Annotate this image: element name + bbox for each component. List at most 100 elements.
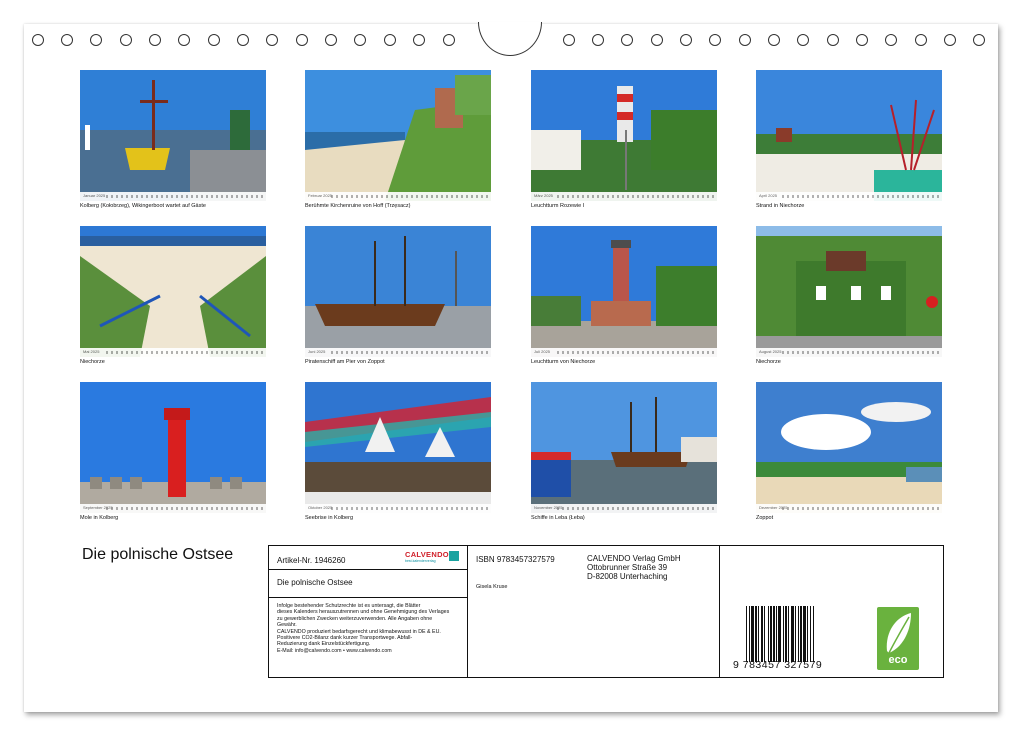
photo-caption: Leuchtturm von Niechorze	[531, 359, 596, 365]
binding-hole	[651, 34, 663, 46]
product-title: Die polnische Ostsee	[277, 578, 353, 587]
eco-badge: eco	[877, 607, 919, 670]
barcode-bar	[746, 606, 747, 662]
binding-hole	[296, 34, 308, 46]
divider	[269, 569, 467, 570]
calendar-strip: September 2025	[80, 504, 266, 513]
photo-caption: Mole in Kolberg	[80, 515, 119, 521]
calendar-strip: Februar 2025	[305, 192, 491, 201]
barcode-bar	[810, 606, 811, 662]
photo-caption: Piratenschiff am Pier von Zoppot	[305, 359, 385, 365]
binding-hole	[709, 34, 721, 46]
photo-february: Februar 2025	[305, 70, 491, 201]
product-info-box: Artikel-Nr. 1946260 CALVENDO best.kalend…	[268, 545, 944, 678]
legal-line: dieses Kalenders herauszutrennen und ohn…	[277, 609, 450, 616]
barcode-bar	[813, 606, 814, 662]
binding-hole	[973, 34, 985, 46]
article-number: Artikel-Nr. 1946260	[277, 556, 346, 565]
photo-caption: Berühmte Kirchenruine von Hoff (Trzęsacz…	[305, 203, 411, 209]
isbn: ISBN 9783457327579	[476, 555, 555, 564]
barcode-bar	[768, 606, 769, 662]
calendar-title: Die polnische Ostsee	[82, 546, 234, 563]
binding-hole	[680, 34, 692, 46]
photo-caption: Leuchtturm Rozewie I	[531, 203, 585, 209]
calendar-strip: Juni 2025	[305, 348, 491, 357]
barcode-bar	[770, 606, 772, 662]
binding-hole	[944, 34, 956, 46]
binding-hole	[266, 34, 278, 46]
binding-hole	[208, 34, 220, 46]
calvendo-logo: CALVENDO best.kalenderverlag	[405, 550, 459, 563]
photo-january: Januar 2025	[80, 70, 266, 201]
calendar-strip: März 2025	[531, 192, 717, 201]
binding-hole	[32, 34, 44, 46]
divider	[269, 597, 467, 598]
binding-hole	[237, 34, 249, 46]
photo-july: Juli 2025	[531, 226, 717, 357]
barcode-bar	[783, 606, 784, 662]
barcode-bar	[807, 606, 808, 662]
barcode-bar	[761, 606, 763, 662]
legal-notice: Infolge bestehender Schutzrechte ist es …	[277, 603, 467, 654]
publisher-street: Ottobrunner Straße 39	[587, 563, 668, 572]
barcode-bar	[798, 606, 799, 662]
barcode-bar	[778, 606, 781, 662]
binding-hole	[384, 34, 396, 46]
binding-hole	[621, 34, 633, 46]
divider	[719, 546, 720, 677]
photo-april: April 2025	[756, 70, 942, 201]
binding-hole	[768, 34, 780, 46]
photo-september: September 2025	[80, 382, 266, 513]
publisher-name: CALVENDO Verlag GmbH	[587, 554, 681, 563]
binding-hole	[90, 34, 102, 46]
barcode-bar	[749, 606, 750, 662]
binding-hole	[149, 34, 161, 46]
binding-hole	[178, 34, 190, 46]
calendar-strip: April 2025	[756, 192, 942, 201]
barcode-bar	[788, 606, 789, 662]
photo-caption: Strand in Niechorze	[756, 203, 805, 209]
binding-hole	[915, 34, 927, 46]
calendar-strip: Dezember 2025	[756, 504, 942, 513]
binding-hole	[61, 34, 73, 46]
binding-hole	[856, 34, 868, 46]
eco-label: eco	[888, 654, 908, 666]
binding-hole	[739, 34, 751, 46]
barcode-bar	[755, 606, 757, 662]
photo-caption: Niechorze	[756, 359, 781, 365]
calendar-strip: Juli 2025	[531, 348, 717, 357]
binding-hole	[354, 34, 366, 46]
legal-line: E-Mail: info@calvendo.com • www.calvendo…	[277, 647, 392, 654]
calendar-strip: Januar 2025	[80, 192, 266, 201]
binding-hole	[592, 34, 604, 46]
barcode-bar	[785, 606, 787, 662]
binding-hole	[325, 34, 337, 46]
binding-hole	[120, 34, 132, 46]
photo-caption: Zoppot	[756, 515, 774, 521]
photo-december: Dezember 2025	[756, 382, 942, 513]
photo-june: Juni 2025	[305, 226, 491, 357]
binding-hole	[563, 34, 575, 46]
barcode-bar	[791, 606, 794, 662]
barcode	[746, 606, 814, 662]
photo-august: August 2025	[756, 226, 942, 357]
calendar-strip: August 2025	[756, 348, 942, 357]
binding-hole	[885, 34, 897, 46]
author: Gisela Kruse	[476, 584, 508, 590]
barcode-bar	[758, 606, 759, 662]
barcode-bar	[773, 606, 775, 662]
photo-caption: Seebrise in Kolberg	[305, 515, 354, 521]
photo-november: November 2025	[531, 382, 717, 513]
barcode-bar	[803, 606, 806, 662]
divider	[467, 546, 468, 677]
calendar-strip: Oktober 2025	[305, 504, 491, 513]
barcode-bar	[795, 606, 796, 662]
barcode-bar	[764, 606, 765, 662]
photo-caption: Niechorze	[80, 359, 105, 365]
barcode-bar	[800, 606, 802, 662]
calendar-strip: November 2025	[531, 504, 717, 513]
binding-hole	[413, 34, 425, 46]
publisher-city: D-82008 Unterhaching	[587, 572, 668, 581]
photo-caption: Schiffe in Leba (Łeba)	[531, 515, 585, 521]
calendar-strip: Mai 2025	[80, 348, 266, 357]
